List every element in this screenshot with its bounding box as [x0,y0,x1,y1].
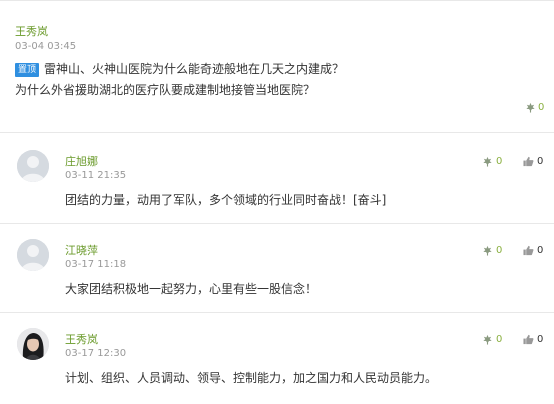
reply-text: 计划、组织、人员调动、领导、控制能力，加之国力和人民动员能力。 [65,371,438,385]
avatar[interactable] [17,150,49,182]
thumbs-up-icon [523,156,534,167]
reply-text: 团结的力量，动用了军队，多个领域的行业同时奋战！[奋斗] [65,193,387,207]
thumb-count: 0 [537,156,544,167]
reply-time: 03-11 21:35 [65,170,127,181]
flower-like-icon [526,102,535,113]
like-count: 0 [496,334,503,345]
flower-like-icon [483,334,492,345]
reply-item: 庄旭娜 03-11 21:35 团结的力量，动用了军队，多个领域的行业同时奋战！… [0,136,554,224]
topic-author[interactable]: 王秀岚 [15,23,48,39]
thumbs-up-button[interactable]: 0 [523,156,543,167]
reply-time: 03-17 11:18 [65,259,127,270]
topic-like-count: 0 [538,102,545,113]
like-button[interactable]: 0 [482,156,502,167]
topic-title-line1: 置顶 雷神山、火神山医院为什么能奇迹般地在几天之内建成？ [15,60,344,77]
flower-like-icon [483,156,492,167]
flower-like-icon [483,245,492,256]
reply-item: 江晓萍 03-17 11:18 大家团结积极地一起努力，心里有些一股信念！ 0 … [0,225,554,313]
like-count: 0 [496,156,503,167]
avatar[interactable] [17,239,49,271]
like-button[interactable]: 0 [482,334,502,345]
reply-item: 王秀岚 03-17 12:30 计划、组织、人员调动、领导、控制能力，加之国力和… [0,314,554,404]
pin-badge: 置顶 [15,63,40,77]
avatar[interactable] [17,328,49,360]
thumbs-up-button[interactable]: 0 [523,245,543,256]
topic-time: 03-04 03:45 [15,41,77,52]
thumbs-up-button[interactable]: 0 [523,334,543,345]
thumb-count: 0 [537,245,544,256]
reply-author[interactable]: 王秀岚 [65,331,98,347]
topic-like-button[interactable]: 0 [525,102,544,113]
topic-title-line2: 为什么外省援助湖北的医疗队要成建制地接管当地医院？ [15,83,316,97]
like-count: 0 [496,245,503,256]
reply-time: 03-17 12:30 [65,348,127,359]
reply-author[interactable]: 江晓萍 [65,242,98,258]
reply-text: 大家团结积极地一起努力，心里有些一股信念！ [65,282,318,296]
topic-post: 王秀岚 03-04 03:45 置顶 雷神山、火神山医院为什么能奇迹般地在几天之内… [0,0,554,133]
like-button[interactable]: 0 [482,245,502,256]
thumb-count: 0 [537,334,544,345]
thumbs-up-icon [523,334,534,345]
reply-author[interactable]: 庄旭娜 [65,153,98,169]
topic-text-1: 雷神山、火神山医院为什么能奇迹般地在几天之内建成？ [44,62,345,76]
thumbs-up-icon [523,245,534,256]
